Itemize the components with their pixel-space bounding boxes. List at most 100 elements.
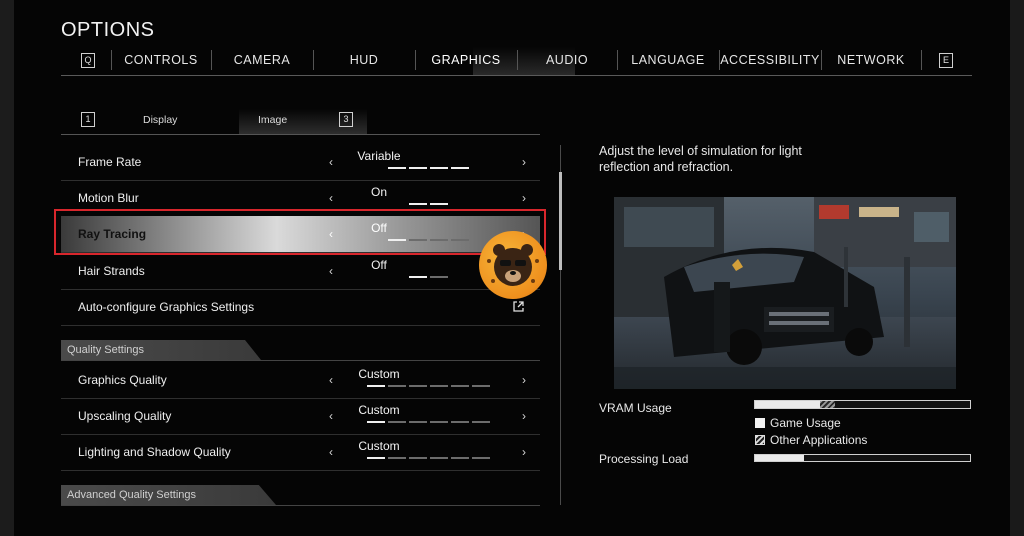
- setting-value: Custom: [358, 367, 400, 381]
- setting-label: Motion Blur: [78, 191, 139, 205]
- section-title: Quality Settings: [67, 344, 145, 356]
- increase-arrow-icon[interactable]: ›: [522, 445, 526, 459]
- window-edge-right: [1010, 0, 1024, 536]
- processing-load-label: Processing Load: [599, 452, 689, 466]
- main-tab-bar: Q CONTROLS CAMERA HUD GRAPHICS AUDIO LAN…: [61, 47, 972, 76]
- level-indicator: [366, 421, 490, 423]
- setting-label: Upscaling Quality: [78, 409, 172, 423]
- level-segment: [471, 457, 490, 459]
- level-segment: [471, 421, 490, 423]
- processing-load-meter: [754, 454, 971, 462]
- tab-audio[interactable]: AUDIO: [517, 53, 617, 67]
- level-segment: [408, 203, 427, 205]
- vram-other-fill: [819, 401, 835, 408]
- level-segment: [429, 203, 448, 205]
- tab-divider: [921, 50, 922, 70]
- level-indicator: [408, 276, 448, 278]
- level-segment: [429, 385, 448, 387]
- subtab-image[interactable]: Image: [258, 114, 287, 126]
- level-segment: [408, 167, 427, 169]
- level-segment: [408, 385, 427, 387]
- level-segment: [429, 457, 448, 459]
- level-segment: [387, 421, 406, 423]
- setting-value: Custom: [358, 439, 400, 453]
- level-segment: [429, 276, 448, 278]
- next-tab-key-hint: E: [939, 53, 953, 68]
- tab-hud[interactable]: HUD: [313, 53, 415, 67]
- next-subtab-key-hint: 3: [339, 112, 353, 127]
- setting-label: Auto-configure Graphics Settings: [78, 300, 255, 314]
- setting-value: Custom: [358, 403, 400, 417]
- level-segment: [408, 421, 427, 423]
- selection-outline: [54, 209, 546, 255]
- level-segment: [408, 457, 427, 459]
- level-segment: [471, 385, 490, 387]
- level-indicator: [366, 457, 490, 459]
- level-segment: [408, 276, 427, 278]
- window-edge-left: [0, 0, 14, 536]
- legend-other-apps: Other Applications: [755, 433, 867, 447]
- setting-row-graphics-quality[interactable]: Graphics Quality ‹ Custom ›: [61, 362, 540, 399]
- tab-graphics[interactable]: GRAPHICS: [415, 53, 517, 67]
- section-header-advanced: Advanced Quality Settings: [61, 485, 540, 506]
- vram-usage-meter: [754, 400, 971, 409]
- section-title: Advanced Quality Settings: [67, 489, 197, 501]
- setting-value: On: [370, 185, 387, 199]
- tab-language[interactable]: LANGUAGE: [617, 53, 719, 67]
- subtab-display[interactable]: Display: [143, 114, 177, 126]
- level-segment: [387, 385, 406, 387]
- legend-game-label: Game Usage: [770, 416, 841, 430]
- setting-label: Graphics Quality: [78, 373, 167, 387]
- level-indicator: [366, 385, 490, 387]
- level-indicator: [408, 203, 448, 205]
- tab-accessibility[interactable]: ACCESSIBILITY: [719, 53, 821, 67]
- tab-controls[interactable]: CONTROLS: [111, 53, 211, 67]
- prev-tab-key-hint: Q: [81, 53, 95, 68]
- tab-network[interactable]: NETWORK: [821, 53, 921, 67]
- legend-game-usage: Game Usage: [755, 416, 841, 430]
- scrollbar-thumb[interactable]: [559, 172, 562, 270]
- level-segment: [450, 385, 469, 387]
- setting-label: Lighting and Shadow Quality: [78, 445, 231, 459]
- setting-value: Off: [371, 258, 387, 272]
- level-segment: [387, 457, 406, 459]
- setting-row-frame-rate[interactable]: Frame Rate ‹ Variable ›: [61, 144, 540, 181]
- increase-arrow-icon[interactable]: ›: [522, 191, 526, 205]
- setting-value: Variable: [357, 149, 401, 163]
- level-segment: [387, 167, 406, 169]
- level-segment: [366, 457, 385, 459]
- section-header-quality: Quality Settings: [61, 340, 540, 361]
- increase-arrow-icon[interactable]: ›: [522, 155, 526, 169]
- bear-logo-badge: [479, 231, 547, 299]
- level-segment: [366, 421, 385, 423]
- setting-row-upscaling-quality[interactable]: Upscaling Quality ‹ Custom ›: [61, 398, 540, 435]
- ray-tracing-preview-image: [614, 197, 956, 389]
- level-segment: [450, 457, 469, 459]
- setting-label: Frame Rate: [78, 155, 142, 169]
- legend-hatched-swatch: [755, 435, 765, 445]
- level-segment: [429, 167, 448, 169]
- level-segment: [366, 385, 385, 387]
- prev-subtab-key-hint: 1: [81, 112, 95, 127]
- increase-arrow-icon[interactable]: ›: [522, 373, 526, 387]
- setting-row-auto-configure[interactable]: Auto-configure Graphics Settings: [61, 289, 540, 326]
- setting-label: Hair Strands: [78, 264, 145, 278]
- bear-icon: [487, 244, 539, 286]
- vram-usage-label: VRAM Usage: [599, 401, 672, 415]
- legend-other-label: Other Applications: [770, 433, 868, 447]
- level-segment: [450, 167, 469, 169]
- legend-solid-swatch: [755, 418, 765, 428]
- external-link-icon[interactable]: [513, 301, 524, 312]
- processing-load-fill: [755, 455, 805, 461]
- setting-row-hair-strands[interactable]: Hair Strands ‹ Off: [61, 253, 540, 290]
- setting-description: Adjust the level of simulation for light…: [599, 144, 802, 174]
- level-indicator: [387, 167, 469, 169]
- level-segment: [429, 421, 448, 423]
- sub-tab-bar: 1 Display Image 3: [61, 107, 540, 135]
- setting-row-lighting-shadow-quality[interactable]: Lighting and Shadow Quality ‹ Custom ›: [61, 434, 540, 471]
- tab-camera[interactable]: CAMERA: [211, 53, 313, 67]
- increase-arrow-icon[interactable]: ›: [522, 409, 526, 423]
- level-segment: [450, 421, 469, 423]
- page-title: OPTIONS: [61, 19, 155, 41]
- vram-game-fill: [755, 401, 820, 408]
